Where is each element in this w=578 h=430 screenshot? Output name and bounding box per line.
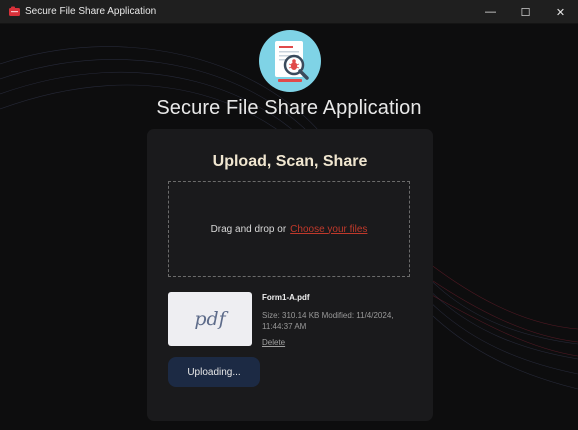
- file-name: Form1-A.pdf: [262, 293, 310, 302]
- delete-file-link[interactable]: Delete: [262, 338, 285, 347]
- file-meta: Size: 310.14 KB Modified: 11/4/2024, 11:…: [262, 311, 394, 331]
- file-thumbnail: pdf: [168, 292, 252, 346]
- card-title: Upload, Scan, Share: [212, 153, 368, 170]
- app-icon: [9, 6, 20, 17]
- minimize-button[interactable]: —: [473, 0, 508, 24]
- upload-button[interactable]: Uploading...: [168, 357, 260, 387]
- maximize-button[interactable]: ☐: [508, 0, 543, 24]
- choose-files-link[interactable]: Choose your files: [290, 224, 367, 235]
- page-title: Secure File Share Application: [156, 97, 422, 119]
- dropzone-text: Drag and drop or: [210, 223, 287, 235]
- document-scan-bug-icon: [258, 29, 322, 93]
- pdf-thumbnail-label: pdf: [194, 308, 226, 330]
- window-titlebar: Secure File Share Application — ☐ ✕: [0, 0, 578, 24]
- close-button[interactable]: ✕: [543, 0, 578, 24]
- upload-card: Upload, Scan, Share Drag and drop or Cho…: [147, 129, 433, 421]
- window-title: Secure File Share Application: [25, 6, 157, 17]
- file-dropzone[interactable]: Drag and drop or Choose your files: [168, 181, 410, 277]
